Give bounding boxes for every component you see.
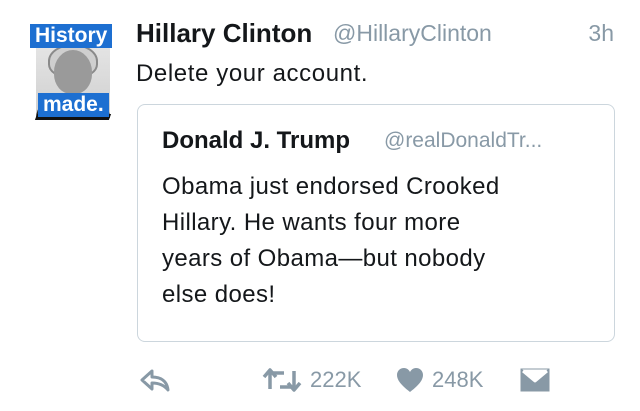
quoted-text-line: Obama just endorsed Crooked	[162, 173, 500, 200]
reply-button[interactable]	[140, 358, 170, 402]
quoted-tweet[interactable]: Donald J. Trump @realDonaldTr... Obama j…	[137, 104, 615, 342]
quoted-tweet-text: Obama just endorsed Crooked Hillary. He …	[162, 169, 582, 313]
quoted-text-line: else does!	[162, 281, 276, 308]
tweet-actions: 222K 248K	[0, 358, 640, 402]
tweet[interactable]: History made. Hillary Clinton @HillaryCl…	[0, 0, 640, 411]
direct-message-icon	[520, 368, 550, 392]
quoted-author-handle: @realDonaldTr...	[384, 129, 543, 152]
like-button[interactable]: 248K	[396, 358, 483, 402]
reply-icon	[140, 369, 170, 392]
quoted-text-line: Hillary. He wants four more	[162, 209, 461, 236]
tweet-text: Delete your account.	[136, 60, 369, 87]
avatar-label-bottom: made.	[38, 93, 109, 117]
quoted-author-name: Donald J. Trump	[162, 127, 351, 154]
quoted-text-line: years of Obama—but nobody	[162, 245, 486, 272]
retweet-count: 222K	[310, 367, 362, 392]
avatar[interactable]: History made.	[30, 18, 116, 120]
retweet-icon	[262, 368, 302, 392]
direct-message-button[interactable]	[520, 358, 550, 402]
author-name[interactable]: Hillary Clinton	[136, 18, 312, 49]
heart-icon	[397, 368, 423, 392]
author-handle[interactable]: @HillaryClinton	[333, 20, 492, 47]
avatar-label-top: History	[30, 24, 113, 48]
retweet-button[interactable]: 222K	[262, 358, 361, 402]
like-count: 248K	[432, 367, 484, 392]
timestamp[interactable]: 3h	[588, 20, 614, 47]
